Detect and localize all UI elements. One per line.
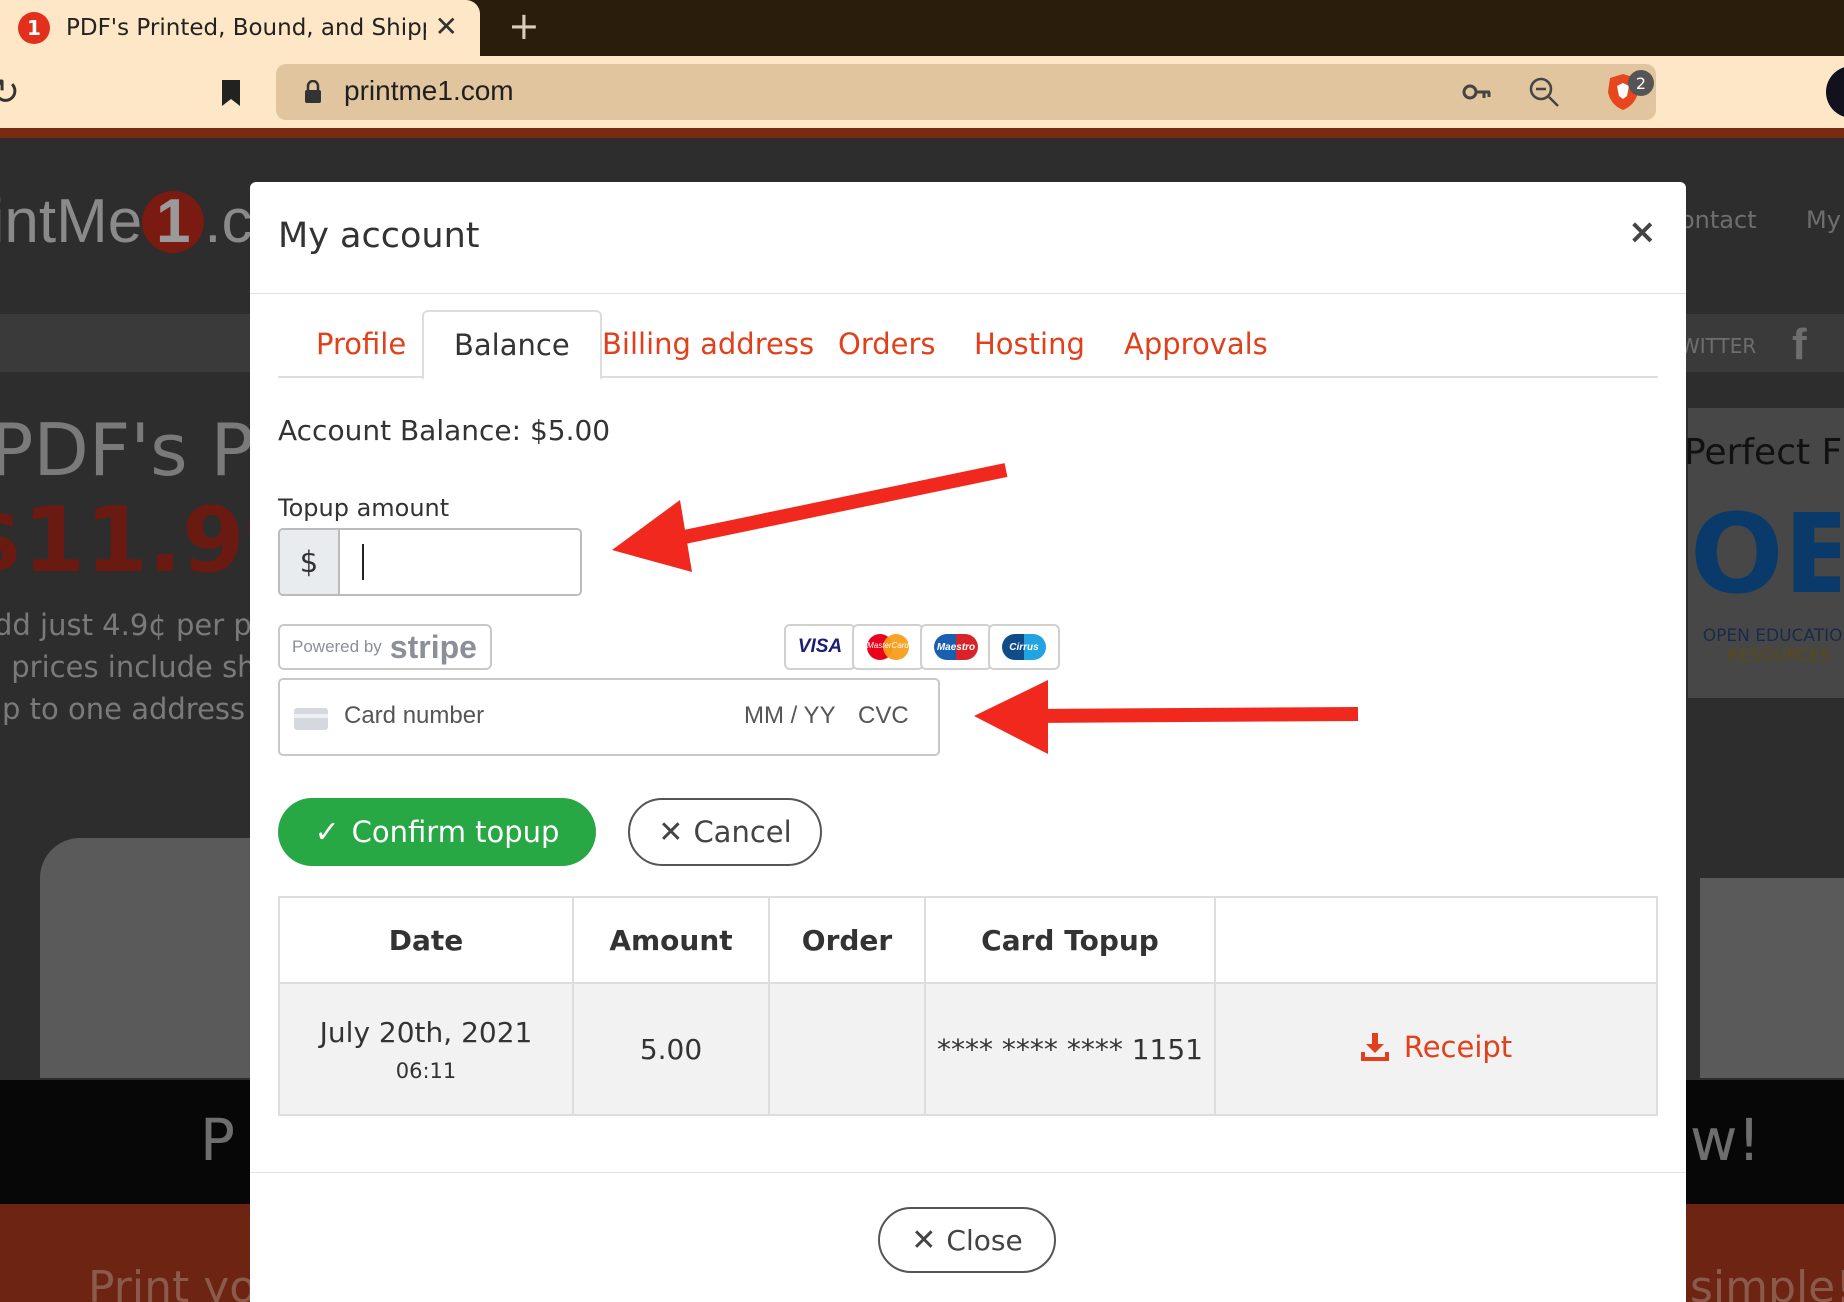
cirrus-icon: Cirrus — [988, 624, 1060, 670]
tab-balance[interactable]: Balance — [422, 310, 602, 380]
mastercard-icon: MasterCard — [852, 624, 924, 670]
url-text[interactable]: printme1.com — [344, 75, 514, 107]
transactions-table: Date Amount Order Card Topup July 20th, … — [278, 896, 1658, 1116]
bg-twitter-link: WITTER — [1680, 334, 1757, 358]
check-icon: ✓ — [314, 814, 340, 850]
bg-banner-text: w! — [1690, 1106, 1761, 1174]
download-icon — [1360, 1032, 1389, 1061]
bg-book-image — [1700, 878, 1844, 1078]
browser-tab-strip: 1 PDF's Printed, Bound, and Shipped ✕ + — [0, 0, 1844, 56]
new-tab-button[interactable]: + — [508, 4, 540, 48]
card-number-input[interactable]: Card number — [344, 702, 484, 730]
oer-logo: OER — [1690, 500, 1840, 610]
bg-text-line: ip to one address — [0, 692, 246, 726]
close-icon: ✕ — [658, 814, 684, 850]
table-header-row: Date Amount Order Card Topup — [278, 896, 1658, 984]
column-header-amount: Amount — [572, 896, 770, 984]
bg-bottom-text: Print yo — [88, 1262, 257, 1302]
site-favicon-icon: 1 — [18, 12, 50, 44]
lock-icon[interactable] — [304, 80, 322, 104]
card-details-input[interactable]: Card number MM / YY CVC — [278, 678, 940, 756]
table-row: July 20th, 2021 06:11 5.00 **** **** ***… — [278, 982, 1658, 1116]
receipt-label: Receipt — [1403, 1029, 1513, 1064]
brave-badge-count: 2 — [1628, 70, 1654, 96]
tab-hosting[interactable]: Hosting — [974, 310, 1085, 378]
stripe-powered-label: Powered by — [292, 637, 382, 656]
key-icon[interactable] — [1462, 80, 1492, 104]
zoom-out-icon[interactable] — [1528, 76, 1560, 108]
bg-book-image — [40, 838, 260, 1078]
bg-ad-title: Perfect F — [1684, 432, 1843, 473]
account-tabs: Profile Balance Billing address Orders H… — [278, 310, 1658, 380]
modal-header: My account × — [250, 182, 1686, 294]
tab-billing-address[interactable]: Billing address — [602, 310, 814, 378]
card-expiry-input[interactable]: MM / YY — [744, 702, 836, 730]
column-header-card-topup: Card Topup — [924, 896, 1216, 984]
topup-amount-input[interactable] — [340, 530, 580, 594]
bg-nav-contact: ontact — [1680, 206, 1757, 234]
maestro-icon: Maestro — [920, 624, 992, 670]
cancel-label: Cancel — [693, 815, 792, 849]
browser-toolbar: ↻ printme1.com 2 — [0, 56, 1844, 128]
tab-profile[interactable]: Profile — [316, 310, 406, 378]
site-logo: rintMe1.c — [0, 187, 253, 256]
cell-card-topup: **** **** **** 1151 — [924, 982, 1216, 1116]
cancel-button[interactable]: ✕ Cancel — [628, 798, 822, 866]
powered-by-stripe-badge[interactable]: Powered by stripe — [278, 624, 492, 670]
bg-nav-my: My — [1806, 206, 1841, 234]
bg-banner-text: P — [200, 1106, 235, 1174]
modal-footer: ✕ Close — [250, 1172, 1686, 1302]
credit-card-icon — [294, 708, 328, 730]
currency-addon: $ — [280, 530, 340, 594]
bg-ad-caption: OPEN EDUCATION RESOURCES — [1702, 626, 1844, 666]
visa-icon: VISA — [784, 624, 856, 670]
bg-text-line: l prices include sh — [0, 650, 256, 684]
column-header-date: Date — [278, 896, 574, 984]
topup-amount-group: $ — [278, 528, 582, 596]
account-balance: Account Balance: $5.00 — [278, 414, 611, 447]
bg-headline: PDF's P — [0, 408, 254, 492]
bg-bottom-text: simple! — [1690, 1262, 1844, 1302]
tab-orders[interactable]: Orders — [838, 310, 936, 378]
tab-title: PDF's Printed, Bound, and Shipped — [66, 15, 426, 41]
tab-close-icon[interactable]: ✕ — [435, 10, 458, 43]
tab-approvals[interactable]: Approvals — [1124, 310, 1268, 378]
cell-order — [768, 982, 926, 1116]
bookmark-icon[interactable] — [220, 80, 242, 106]
modal-title: My account — [278, 216, 480, 256]
text-caret — [362, 544, 364, 580]
column-header-order: Order — [768, 896, 926, 984]
chrome-divider — [0, 128, 1844, 138]
close-label: Close — [946, 1223, 1023, 1257]
column-header-actions — [1214, 896, 1658, 984]
receipt-link[interactable]: Receipt — [1360, 1030, 1512, 1064]
close-icon: ✕ — [911, 1222, 937, 1258]
reload-icon[interactable]: ↻ — [0, 72, 20, 113]
svg-text:OER: OER — [1690, 500, 1840, 610]
bg-text-line: dd just 4.9¢ per pa — [0, 608, 270, 642]
my-account-modal: My account × Profile Balance Billing add… — [250, 182, 1686, 1302]
browser-tab-active[interactable]: 1 PDF's Printed, Bound, and Shipped ✕ — [0, 0, 480, 56]
cell-date: July 20th, 2021 06:11 — [278, 982, 574, 1116]
address-bar[interactable]: printme1.com 2 — [276, 64, 1656, 120]
modal-close-icon[interactable]: × — [1628, 212, 1657, 252]
confirm-topup-label: Confirm topup — [351, 815, 560, 849]
transaction-time: 06:11 — [395, 1058, 457, 1083]
transaction-date: July 20th, 2021 — [319, 1015, 533, 1049]
stripe-logo: stripe — [389, 628, 477, 665]
cell-actions: Receipt — [1214, 982, 1658, 1116]
cell-amount: 5.00 — [572, 982, 770, 1116]
close-button[interactable]: ✕ Close — [878, 1207, 1056, 1273]
profile-avatar[interactable] — [1826, 66, 1844, 118]
facebook-icon: f — [1792, 320, 1807, 369]
card-cvc-input[interactable]: CVC — [858, 702, 909, 730]
confirm-topup-button[interactable]: ✓ Confirm topup — [278, 798, 596, 866]
topup-amount-label: Topup amount — [278, 494, 450, 522]
